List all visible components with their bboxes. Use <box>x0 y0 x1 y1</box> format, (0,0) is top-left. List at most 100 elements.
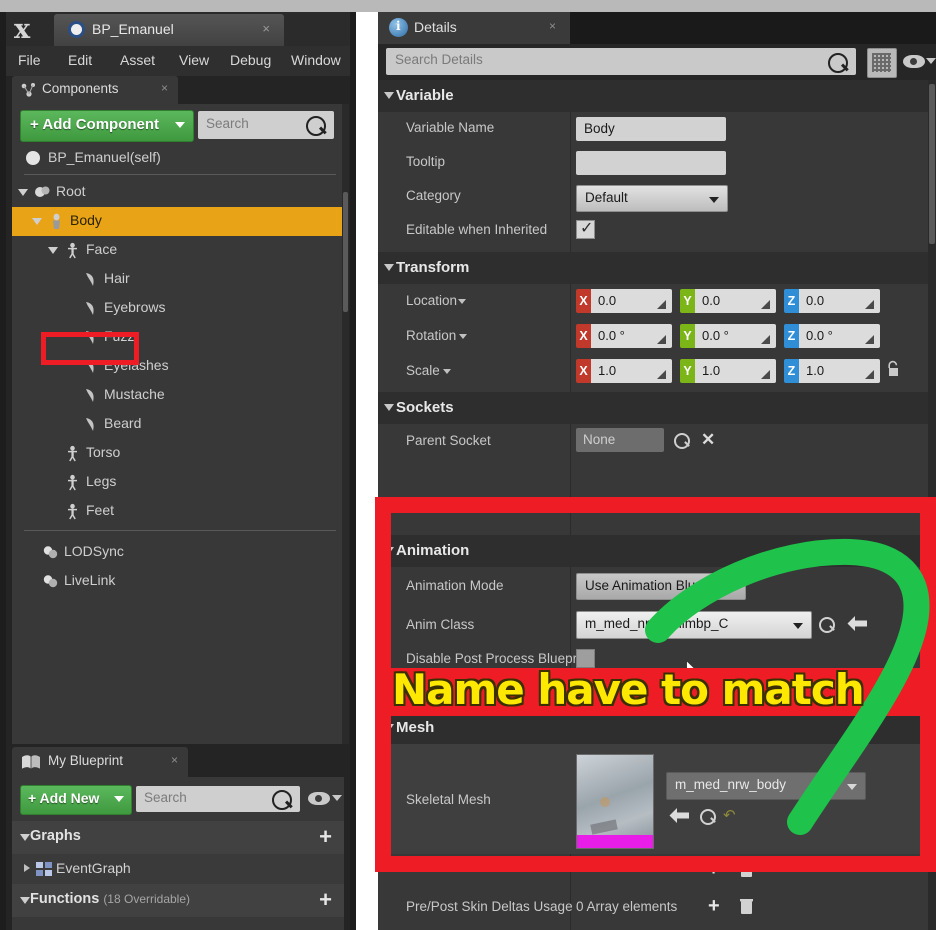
scale-x-field[interactable]: X 1.0 <box>576 359 672 383</box>
menu-item-asset[interactable]: Asset <box>120 52 155 68</box>
variable-name-input[interactable]: Body <box>576 117 726 141</box>
menu-item-debug[interactable]: Debug <box>230 52 271 68</box>
tree-item-face[interactable]: Face <box>12 236 344 265</box>
components-search-input[interactable]: Search <box>198 111 334 139</box>
chevron-down-icon[interactable] <box>458 299 466 304</box>
tab-details[interactable]: Details × <box>378 12 570 44</box>
my-blueprint-search-input[interactable]: Search <box>136 786 300 812</box>
anim-class-dropdown[interactable]: m_med_nrw_animbp_C <box>576 611 812 639</box>
tree-item-body[interactable]: Body <box>12 207 344 236</box>
browse-search-icon[interactable] <box>700 809 716 825</box>
search-icon[interactable] <box>674 433 690 449</box>
category-dropdown[interactable]: Default <box>576 185 728 212</box>
tree-item-eyebrows[interactable]: Eyebrows <box>12 294 344 323</box>
column-layout-button[interactable] <box>867 48 897 78</box>
browse-search-icon[interactable] <box>819 617 835 633</box>
add-function-button[interactable]: + <box>315 889 336 911</box>
tree-item-lodsync[interactable]: LODSync <box>12 538 344 567</box>
trash-icon[interactable] <box>740 861 753 883</box>
components-scrollbar-thumb[interactable] <box>343 192 348 312</box>
chevron-down-icon[interactable] <box>48 247 58 254</box>
tree-item-torso[interactable]: Torso <box>12 439 344 468</box>
menu-item-file[interactable]: File <box>18 52 41 68</box>
spinner-icon[interactable] <box>865 366 874 379</box>
use-selected-arrow-icon[interactable] <box>668 807 689 823</box>
add-array-element-button[interactable]: + <box>708 895 720 918</box>
my-blueprint-search-placeholder: Search <box>144 790 187 805</box>
spinner-icon[interactable] <box>761 296 770 309</box>
close-icon[interactable]: × <box>549 19 556 33</box>
editable-when-inherited-checkbox[interactable]: ✓ <box>576 220 595 239</box>
tree-item-self[interactable]: BP_Emanuel(self) <box>12 144 344 173</box>
scale-y-field[interactable]: Y 1.0 <box>680 359 776 383</box>
details-scrollbar-thumb[interactable] <box>929 84 935 244</box>
lock-ratio-icon[interactable] <box>886 360 900 377</box>
menu-item-edit[interactable]: Edit <box>68 52 92 68</box>
tab-components[interactable]: Components × <box>12 76 178 104</box>
close-icon[interactable]: × <box>171 753 178 767</box>
add-graph-button[interactable]: + <box>315 826 336 848</box>
details-search-input[interactable]: Search Details <box>386 48 856 75</box>
tab-my-blueprint[interactable]: My Blueprint × <box>12 747 188 777</box>
tooltip-input[interactable] <box>576 151 726 175</box>
tree-item-legs[interactable]: Legs <box>12 468 344 497</box>
chevron-down-icon[interactable] <box>332 795 342 801</box>
spinner-icon[interactable] <box>761 366 770 379</box>
add-new-label: + Add New <box>28 790 100 806</box>
scale-z-field[interactable]: Z 1.0 <box>784 359 880 383</box>
menu-item-view[interactable]: View <box>179 52 209 68</box>
spinner-icon[interactable] <box>761 331 770 344</box>
axis-key-x: X <box>576 359 591 383</box>
reset-to-default-icon[interactable]: ↶ <box>723 806 736 824</box>
trash-icon[interactable] <box>740 898 753 920</box>
axis-key-z: Z <box>784 324 799 348</box>
spinner-icon[interactable] <box>657 331 666 344</box>
close-icon[interactable]: × <box>161 81 168 95</box>
spinner-icon[interactable] <box>657 366 666 379</box>
section-header-mesh[interactable]: Mesh <box>378 712 936 744</box>
tree-item-mustache[interactable]: Mustache <box>12 381 344 410</box>
rotation-x-field[interactable]: X 0.0 ° <box>576 324 672 348</box>
functions-category-row[interactable]: Functions (18 Overridable) + <box>12 884 344 917</box>
spinner-icon[interactable] <box>865 296 874 309</box>
row-category: Category Default <box>378 180 936 214</box>
chevron-down-icon[interactable] <box>18 189 28 196</box>
asset-tab-bp-emanuel[interactable]: BP_Emanuel × <box>54 14 284 46</box>
skeletal-mesh-dropdown[interactable]: m_med_nrw_body <box>666 772 866 800</box>
location-x-field[interactable]: X 0.0 <box>576 289 672 313</box>
tree-item-hair[interactable]: Hair <box>12 265 344 294</box>
skeletal-mesh-icon <box>48 213 65 230</box>
visibility-eye-icon[interactable] <box>308 792 330 805</box>
rotation-y-field[interactable]: Y 0.0 ° <box>680 324 776 348</box>
add-array-element-button[interactable]: + <box>708 859 719 881</box>
tree-item-beard[interactable]: Beard <box>12 410 344 439</box>
spinner-icon[interactable] <box>865 331 874 344</box>
chevron-down-icon[interactable] <box>32 218 42 225</box>
section-header-animation[interactable]: Animation <box>378 535 936 567</box>
chevron-down-icon[interactable] <box>926 58 936 64</box>
section-header-transform[interactable]: Transform <box>378 252 936 284</box>
close-icon[interactable]: × <box>262 21 270 36</box>
use-selected-arrow-icon[interactable] <box>846 615 867 631</box>
list-item-event-graph[interactable]: EventGraph <box>12 854 344 884</box>
tree-item-feet[interactable]: Feet <box>12 497 344 526</box>
add-component-button[interactable]: + Add Component <box>20 110 194 142</box>
spinner-icon[interactable] <box>657 296 666 309</box>
add-new-button[interactable]: + Add New <box>20 785 132 815</box>
section-header-variable[interactable]: Variable <box>378 80 936 112</box>
skeletal-mesh-thumbnail[interactable] <box>576 754 654 849</box>
animation-mode-dropdown[interactable]: Use Animation Blueprint <box>576 573 746 600</box>
tree-item-livelink[interactable]: LiveLink <box>12 567 344 596</box>
location-z-field[interactable]: Z 0.0 <box>784 289 880 313</box>
graphs-category-row[interactable]: Graphs + <box>12 821 344 854</box>
parent-socket-field[interactable]: None <box>576 428 664 452</box>
section-header-sockets[interactable]: Sockets <box>378 392 936 424</box>
visibility-eye-icon[interactable] <box>903 55 925 68</box>
chevron-down-icon[interactable] <box>459 334 467 339</box>
location-y-field[interactable]: Y 0.0 <box>680 289 776 313</box>
rotation-z-field[interactable]: Z 0.0 ° <box>784 324 880 348</box>
tree-item-root[interactable]: Root <box>12 178 344 207</box>
menu-item-window[interactable]: Window <box>291 52 341 68</box>
clear-icon[interactable]: ✕ <box>701 431 715 448</box>
chevron-down-icon[interactable] <box>443 369 451 374</box>
